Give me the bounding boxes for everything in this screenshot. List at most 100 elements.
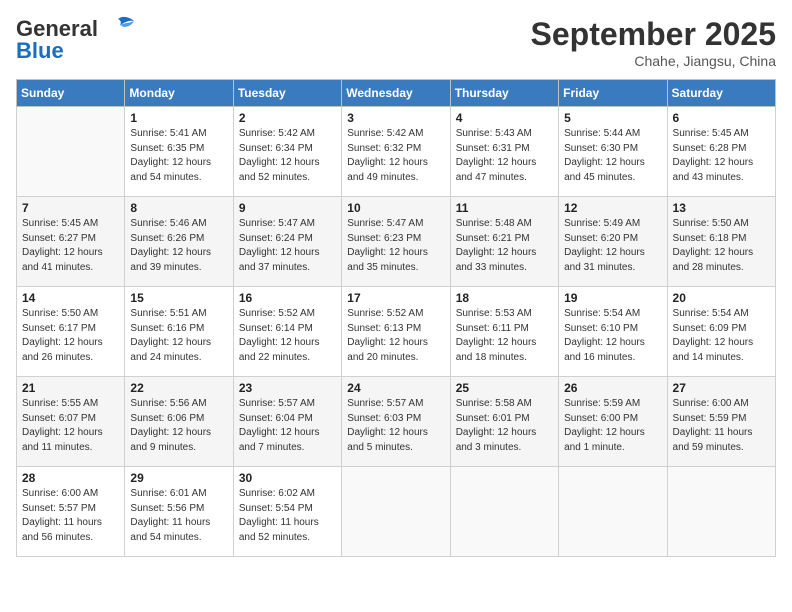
header-saturday: Saturday [667, 80, 775, 107]
day-info: Sunrise: 5:57 AM Sunset: 6:04 PM Dayligh… [239, 397, 336, 455]
day-info: Sunrise: 5:47 AM Sunset: 6:24 PM Dayligh… [239, 217, 336, 275]
title-block: September 2025 Chahe, Jiangsu, China [531, 16, 776, 69]
day-number: 21 [22, 381, 119, 395]
calendar-cell: 25Sunrise: 5:58 AM Sunset: 6:01 PM Dayli… [450, 377, 558, 467]
day-number: 24 [347, 381, 444, 395]
day-number: 15 [130, 291, 227, 305]
day-info: Sunrise: 5:50 AM Sunset: 6:18 PM Dayligh… [673, 217, 770, 275]
day-info: Sunrise: 5:59 AM Sunset: 6:00 PM Dayligh… [564, 397, 661, 455]
day-number: 11 [456, 201, 553, 215]
day-number: 8 [130, 201, 227, 215]
day-info: Sunrise: 6:02 AM Sunset: 5:54 PM Dayligh… [239, 487, 336, 545]
day-info: Sunrise: 5:52 AM Sunset: 6:13 PM Dayligh… [347, 307, 444, 365]
day-number: 14 [22, 291, 119, 305]
calendar-cell: 5 Sunrise: 5:44 AM Sunset: 6:30 PM Daylig… [559, 107, 667, 197]
calendar-cell: 8 Sunrise: 5:46 AM Sunset: 6:26 PM Daylig… [125, 197, 233, 287]
calendar-cell: 16 Sunrise: 5:52 AM Sunset: 6:14 PM Dayli… [233, 287, 341, 377]
day-number: 27 [673, 381, 770, 395]
day-info: Sunrise: 5:50 AM Sunset: 6:17 PM Dayligh… [22, 307, 119, 365]
calendar-cell: 4Sunrise: 5:43 AM Sunset: 6:31 PM Daylig… [450, 107, 558, 197]
calendar-cell [559, 467, 667, 557]
day-number: 30 [239, 471, 336, 485]
calendar-cell: 27 Sunrise: 6:00 AM Sunset: 5:59 PM Dayli… [667, 377, 775, 467]
day-info: Sunrise: 5:55 AM Sunset: 6:07 PM Dayligh… [22, 397, 119, 455]
day-info: Sunrise: 5:42 AM Sunset: 6:34 PM Dayligh… [239, 127, 336, 185]
calendar-cell: 7 Sunrise: 5:45 AM Sunset: 6:27 PM Daylig… [17, 197, 125, 287]
day-number: 19 [564, 291, 661, 305]
location: Chahe, Jiangsu, China [531, 53, 776, 69]
calendar-week-row: 7 Sunrise: 5:45 AM Sunset: 6:27 PM Daylig… [17, 197, 776, 287]
calendar-cell: 29Sunrise: 6:01 AM Sunset: 5:56 PM Dayli… [125, 467, 233, 557]
day-number: 12 [564, 201, 661, 215]
day-number: 2 [239, 111, 336, 125]
day-info: Sunrise: 5:54 AM Sunset: 6:10 PM Dayligh… [564, 307, 661, 365]
day-number: 18 [456, 291, 553, 305]
header-sunday: Sunday [17, 80, 125, 107]
calendar-cell [450, 467, 558, 557]
day-info: Sunrise: 5:43 AM Sunset: 6:31 PM Dayligh… [456, 127, 553, 185]
calendar-cell: 30 Sunrise: 6:02 AM Sunset: 5:54 PM Dayli… [233, 467, 341, 557]
calendar-cell: 2 Sunrise: 5:42 AM Sunset: 6:34 PM Daylig… [233, 107, 341, 197]
calendar-cell: 20 Sunrise: 5:54 AM Sunset: 6:09 PM Dayli… [667, 287, 775, 377]
day-number: 16 [239, 291, 336, 305]
day-number: 23 [239, 381, 336, 395]
day-number: 6 [673, 111, 770, 125]
header-monday: Monday [125, 80, 233, 107]
calendar: SundayMondayTuesdayWednesdayThursdayFrid… [16, 79, 776, 557]
calendar-cell [342, 467, 450, 557]
calendar-header-row: SundayMondayTuesdayWednesdayThursdayFrid… [17, 80, 776, 107]
day-number: 9 [239, 201, 336, 215]
day-number: 29 [130, 471, 227, 485]
day-info: Sunrise: 5:47 AM Sunset: 6:23 PM Dayligh… [347, 217, 444, 275]
day-number: 10 [347, 201, 444, 215]
calendar-cell: 26 Sunrise: 5:59 AM Sunset: 6:00 PM Dayli… [559, 377, 667, 467]
header-wednesday: Wednesday [342, 80, 450, 107]
day-number: 20 [673, 291, 770, 305]
calendar-cell: 13Sunrise: 5:50 AM Sunset: 6:18 PM Dayli… [667, 197, 775, 287]
day-info: Sunrise: 5:54 AM Sunset: 6:09 PM Dayligh… [673, 307, 770, 365]
calendar-cell: 11 Sunrise: 5:48 AM Sunset: 6:21 PM Dayli… [450, 197, 558, 287]
calendar-week-row: 14 Sunrise: 5:50 AM Sunset: 6:17 PM Dayli… [17, 287, 776, 377]
calendar-cell: 12 Sunrise: 5:49 AM Sunset: 6:20 PM Dayli… [559, 197, 667, 287]
calendar-cell: 14 Sunrise: 5:50 AM Sunset: 6:17 PM Dayli… [17, 287, 125, 377]
day-info: Sunrise: 5:46 AM Sunset: 6:26 PM Dayligh… [130, 217, 227, 275]
day-number: 28 [22, 471, 119, 485]
day-number: 1 [130, 111, 227, 125]
day-info: Sunrise: 5:51 AM Sunset: 6:16 PM Dayligh… [130, 307, 227, 365]
calendar-cell [17, 107, 125, 197]
day-info: Sunrise: 5:48 AM Sunset: 6:21 PM Dayligh… [456, 217, 553, 275]
calendar-cell: 19 Sunrise: 5:54 AM Sunset: 6:10 PM Dayli… [559, 287, 667, 377]
logo: General Blue [16, 16, 136, 64]
calendar-week-row: 28 Sunrise: 6:00 AM Sunset: 5:57 PM Dayli… [17, 467, 776, 557]
day-info: Sunrise: 5:44 AM Sunset: 6:30 PM Dayligh… [564, 127, 661, 185]
day-info: Sunrise: 6:00 AM Sunset: 5:57 PM Dayligh… [22, 487, 119, 545]
day-number: 3 [347, 111, 444, 125]
day-info: Sunrise: 5:58 AM Sunset: 6:01 PM Dayligh… [456, 397, 553, 455]
calendar-week-row: 21 Sunrise: 5:55 AM Sunset: 6:07 PM Dayli… [17, 377, 776, 467]
day-info: Sunrise: 5:49 AM Sunset: 6:20 PM Dayligh… [564, 217, 661, 275]
day-info: Sunrise: 5:56 AM Sunset: 6:06 PM Dayligh… [130, 397, 227, 455]
calendar-cell: 17 Sunrise: 5:52 AM Sunset: 6:13 PM Dayli… [342, 287, 450, 377]
calendar-cell: 15 Sunrise: 5:51 AM Sunset: 6:16 PM Dayli… [125, 287, 233, 377]
calendar-cell: 21 Sunrise: 5:55 AM Sunset: 6:07 PM Dayli… [17, 377, 125, 467]
day-number: 26 [564, 381, 661, 395]
month-year: September 2025 [531, 16, 776, 53]
calendar-cell: 9 Sunrise: 5:47 AM Sunset: 6:24 PM Daylig… [233, 197, 341, 287]
day-info: Sunrise: 5:45 AM Sunset: 6:27 PM Dayligh… [22, 217, 119, 275]
logo-blue-text: Blue [16, 38, 64, 64]
day-number: 5 [564, 111, 661, 125]
calendar-cell: 22 Sunrise: 5:56 AM Sunset: 6:06 PM Dayli… [125, 377, 233, 467]
day-number: 7 [22, 201, 119, 215]
day-info: Sunrise: 5:41 AM Sunset: 6:35 PM Dayligh… [130, 127, 227, 185]
calendar-cell: 28 Sunrise: 6:00 AM Sunset: 5:57 PM Dayli… [17, 467, 125, 557]
header-thursday: Thursday [450, 80, 558, 107]
header-friday: Friday [559, 80, 667, 107]
day-info: Sunrise: 5:52 AM Sunset: 6:14 PM Dayligh… [239, 307, 336, 365]
day-info: Sunrise: 6:00 AM Sunset: 5:59 PM Dayligh… [673, 397, 770, 455]
day-number: 17 [347, 291, 444, 305]
header-tuesday: Tuesday [233, 80, 341, 107]
calendar-cell: 3 Sunrise: 5:42 AM Sunset: 6:32 PM Daylig… [342, 107, 450, 197]
day-info: Sunrise: 5:42 AM Sunset: 6:32 PM Dayligh… [347, 127, 444, 185]
day-number: 22 [130, 381, 227, 395]
calendar-week-row: 1 Sunrise: 5:41 AM Sunset: 6:35 PM Daylig… [17, 107, 776, 197]
